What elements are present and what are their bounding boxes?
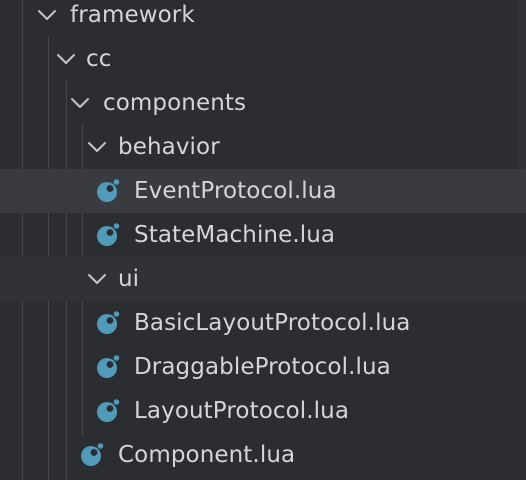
file-label: LayoutProtocol.lua [134, 398, 350, 424]
lua-file-icon [95, 222, 121, 248]
file-label: BasicLayoutProtocol.lua [134, 310, 411, 336]
file-label: StateMachine.lua [134, 222, 336, 248]
folder-item-components[interactable]: components [0, 81, 526, 125]
folder-item-behavior[interactable]: behavior [0, 125, 526, 169]
folder-label: cc [86, 46, 112, 72]
folder-item-framework[interactable]: framework [0, 0, 526, 37]
folder-label: components [103, 90, 247, 116]
chevron-down-icon[interactable] [86, 138, 108, 156]
chevron-down-icon[interactable] [36, 6, 58, 24]
lua-file-icon [79, 442, 105, 468]
file-item-draggableprotocol-lua[interactable]: DraggableProtocol.lua [0, 345, 526, 389]
lua-file-icon [95, 310, 121, 336]
file-label: Component.lua [118, 442, 296, 468]
file-item-statemachine-lua[interactable]: StateMachine.lua [0, 213, 526, 257]
chevron-down-icon[interactable] [55, 50, 77, 68]
file-item-eventprotocol-lua[interactable]: EventProtocol.lua [0, 169, 526, 213]
lua-file-icon [95, 398, 121, 424]
folder-label: framework [70, 2, 195, 28]
file-item-component-lua[interactable]: Component.lua [0, 433, 526, 477]
file-label: EventProtocol.lua [134, 178, 337, 204]
folder-item-ui[interactable]: ui [0, 257, 526, 301]
file-label: DraggableProtocol.lua [134, 354, 391, 380]
lua-file-icon [95, 178, 121, 204]
folder-item-cc[interactable]: cc [0, 37, 526, 81]
chevron-down-icon[interactable] [86, 270, 108, 288]
file-explorer-tree: framework cc components behavior EventProtoc… [0, 0, 526, 480]
file-item-basiclayoutprotocol-lua[interactable]: BasicLayoutProtocol.lua [0, 301, 526, 345]
file-item-layoutprotocol-lua[interactable]: LayoutProtocol.lua [0, 389, 526, 433]
lua-file-icon [95, 354, 121, 380]
folder-label: ui [118, 266, 140, 292]
folder-label: behavior [118, 134, 220, 160]
chevron-down-icon[interactable] [69, 94, 91, 112]
